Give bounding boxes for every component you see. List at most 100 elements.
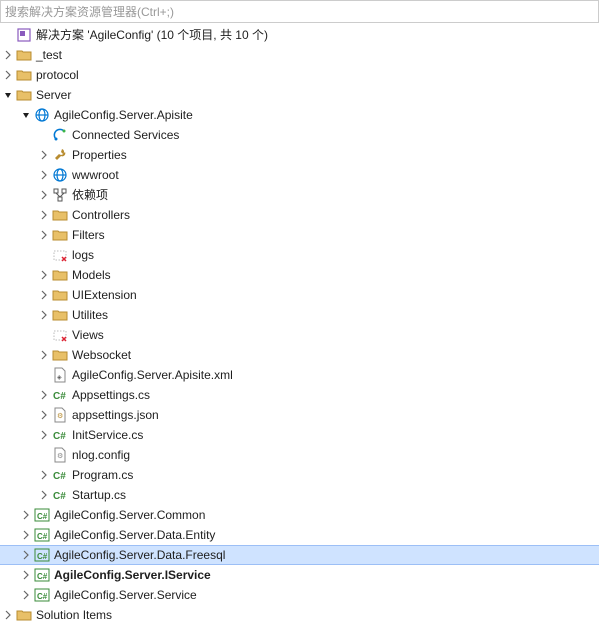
- solution-node[interactable]: 解决方案 'AgileConfig' (10 个项目, 共 10 个): [0, 25, 599, 45]
- file-initservice-cs[interactable]: C# InitService.cs: [0, 425, 599, 445]
- svg-text:C#: C#: [53, 471, 66, 482]
- node-label: AgileConfig.Server.Apisite: [54, 105, 193, 125]
- file-appsettings-json[interactable]: ⚙ appsettings.json: [0, 405, 599, 425]
- folder-icon: [52, 287, 68, 303]
- expander-blank: [36, 447, 52, 463]
- solution-icon: [16, 27, 32, 43]
- file-startup-cs[interactable]: C# Startup.cs: [0, 485, 599, 505]
- search-input[interactable]: 搜索解决方案资源管理器(Ctrl+;): [0, 0, 599, 23]
- dependencies-icon: [52, 187, 68, 203]
- node-label: InitService.cs: [72, 425, 143, 445]
- config-file-icon: ⚙: [52, 447, 68, 463]
- svg-text:C#: C#: [53, 391, 66, 402]
- chevron-right-icon[interactable]: [36, 427, 52, 443]
- node-label: AgileConfig.Server.Service: [54, 585, 197, 605]
- project-data-entity[interactable]: C# AgileConfig.Server.Data.Entity: [0, 525, 599, 545]
- folder-filters[interactable]: Filters: [0, 225, 599, 245]
- svg-text:C#: C#: [37, 592, 48, 601]
- file-apisite-xml[interactable]: ◈ AgileConfig.Server.Apisite.xml: [0, 365, 599, 385]
- node-label: Startup.cs: [72, 485, 126, 505]
- expander-blank: [0, 27, 16, 43]
- json-file-icon: ⚙: [52, 407, 68, 423]
- folder-icon: [52, 207, 68, 223]
- chevron-right-icon[interactable]: [36, 487, 52, 503]
- node-label: Controllers: [72, 205, 130, 225]
- chevron-right-icon[interactable]: [0, 47, 16, 63]
- project-data-freesql[interactable]: C# AgileConfig.Server.Data.Freesql: [0, 545, 599, 565]
- project-common[interactable]: C# AgileConfig.Server.Common: [0, 505, 599, 525]
- csharp-file-icon: C#: [52, 467, 68, 483]
- folder-models[interactable]: Models: [0, 265, 599, 285]
- svg-text:C#: C#: [53, 491, 66, 502]
- chevron-right-icon[interactable]: [36, 167, 52, 183]
- folder-views[interactable]: Views: [0, 325, 599, 345]
- folder-icon: [52, 307, 68, 323]
- svg-text:⚙: ⚙: [57, 412, 63, 420]
- chevron-right-icon[interactable]: [36, 387, 52, 403]
- svg-text:C#: C#: [37, 532, 48, 541]
- folder-excluded-icon: [52, 247, 68, 263]
- folder-test[interactable]: _test: [0, 45, 599, 65]
- search-placeholder: 搜索解决方案资源管理器(Ctrl+;): [5, 5, 174, 19]
- node-label: AgileConfig.Server.IService: [54, 565, 211, 585]
- chevron-right-icon[interactable]: [36, 407, 52, 423]
- svg-text:◈: ◈: [57, 375, 62, 381]
- node-label: Server: [36, 85, 71, 105]
- folder-websocket[interactable]: Websocket: [0, 345, 599, 365]
- project-iservice[interactable]: C# AgileConfig.Server.IService: [0, 565, 599, 585]
- globe-icon: [52, 167, 68, 183]
- node-label: AgileConfig.Server.Data.Freesql: [54, 545, 225, 565]
- chevron-right-icon[interactable]: [0, 67, 16, 83]
- folder-utilites[interactable]: Utilites: [0, 305, 599, 325]
- folder-uiextension[interactable]: UIExtension: [0, 285, 599, 305]
- chevron-right-icon[interactable]: [18, 587, 34, 603]
- chevron-right-icon[interactable]: [18, 547, 34, 563]
- csharp-file-icon: C#: [52, 487, 68, 503]
- file-nlog-config[interactable]: ⚙ nlog.config: [0, 445, 599, 465]
- chevron-down-icon[interactable]: [0, 87, 16, 103]
- node-label: Program.cs: [72, 465, 133, 485]
- node-label: Models: [72, 265, 111, 285]
- project-service[interactable]: C# AgileConfig.Server.Service: [0, 585, 599, 605]
- chevron-right-icon[interactable]: [18, 507, 34, 523]
- item-connected-services[interactable]: Connected Services: [0, 125, 599, 145]
- chevron-right-icon[interactable]: [36, 227, 52, 243]
- node-label: Utilites: [72, 305, 108, 325]
- svg-text:C#: C#: [37, 512, 48, 521]
- chevron-right-icon[interactable]: [0, 607, 16, 623]
- node-label: AgileConfig.Server.Data.Entity: [54, 525, 215, 545]
- expander-blank: [36, 247, 52, 263]
- chevron-right-icon[interactable]: [36, 187, 52, 203]
- project-apisite[interactable]: AgileConfig.Server.Apisite: [0, 105, 599, 125]
- chevron-right-icon[interactable]: [18, 567, 34, 583]
- folder-server[interactable]: Server: [0, 85, 599, 105]
- folder-icon: [52, 227, 68, 243]
- node-label: Filters: [72, 225, 105, 245]
- chevron-right-icon[interactable]: [36, 147, 52, 163]
- chevron-right-icon[interactable]: [36, 287, 52, 303]
- node-label: AgileConfig.Server.Apisite.xml: [72, 365, 233, 385]
- folder-logs[interactable]: logs: [0, 245, 599, 265]
- csharp-file-icon: C#: [52, 387, 68, 403]
- web-project-icon: [34, 107, 50, 123]
- item-wwwroot[interactable]: wwwroot: [0, 165, 599, 185]
- folder-icon: [16, 67, 32, 83]
- chevron-right-icon[interactable]: [18, 527, 34, 543]
- item-properties[interactable]: Properties: [0, 145, 599, 165]
- chevron-right-icon[interactable]: [36, 267, 52, 283]
- folder-solution-items[interactable]: Solution Items: [0, 605, 599, 625]
- chevron-down-icon[interactable]: [18, 107, 34, 123]
- folder-protocol[interactable]: protocol: [0, 65, 599, 85]
- chevron-right-icon[interactable]: [36, 207, 52, 223]
- file-appsettings-cs[interactable]: C# Appsettings.cs: [0, 385, 599, 405]
- node-label: Solution Items: [36, 605, 112, 625]
- node-label: protocol: [36, 65, 79, 85]
- chevron-right-icon[interactable]: [36, 347, 52, 363]
- chevron-right-icon[interactable]: [36, 307, 52, 323]
- chevron-right-icon[interactable]: [36, 467, 52, 483]
- folder-controllers[interactable]: Controllers: [0, 205, 599, 225]
- node-label: Connected Services: [72, 125, 179, 145]
- item-dependencies[interactable]: 依赖项: [0, 185, 599, 205]
- file-program-cs[interactable]: C# Program.cs: [0, 465, 599, 485]
- solution-tree: 解决方案 'AgileConfig' (10 个项目, 共 10 个) _tes…: [0, 23, 599, 627]
